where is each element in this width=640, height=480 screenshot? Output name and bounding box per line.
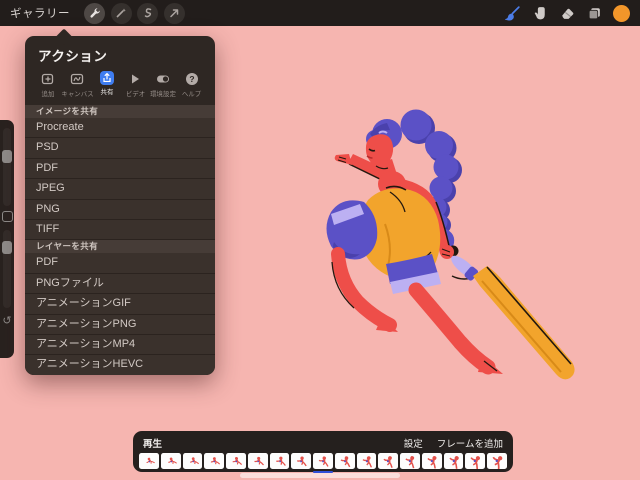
- selection-s-icon: [142, 7, 154, 19]
- brush-size-handle[interactable]: [2, 150, 12, 163]
- top-toolbar: ギャラリー: [0, 0, 640, 26]
- active-color-swatch[interactable]: [613, 5, 630, 22]
- frame-thumbnail-11[interactable]: [357, 453, 377, 469]
- modify-button[interactable]: [2, 211, 13, 222]
- paint-brush-icon: [505, 5, 522, 22]
- share-option-procreate[interactable]: Procreate: [25, 118, 215, 138]
- add-insert-icon: [40, 71, 56, 87]
- frame-thumbnail-4[interactable]: [204, 453, 224, 469]
- layers-icon: [586, 5, 603, 22]
- frame-thumbnail-2[interactable]: [161, 453, 181, 469]
- timeline-settings-button[interactable]: 設定: [404, 436, 423, 450]
- smudge-finger-icon: [532, 5, 549, 22]
- tab-video[interactable]: ビデオ: [121, 71, 149, 99]
- gallery-button[interactable]: ギャラリー: [10, 5, 70, 21]
- canvas-icon: [69, 71, 85, 87]
- share-option-アニメーションmp4[interactable]: アニメーションMP4: [25, 335, 215, 355]
- share-option-pdf[interactable]: PDF: [25, 159, 215, 179]
- brush-tool-button[interactable]: [505, 5, 522, 22]
- section-header: イメージを共有: [25, 105, 215, 118]
- frame-thumbnail-9[interactable]: [313, 453, 333, 469]
- undo-button[interactable]: ↺: [0, 314, 14, 327]
- frame-thumbnail-16[interactable]: [465, 453, 485, 469]
- frame-thumbnail-8[interactable]: [291, 453, 311, 469]
- add-frame-button[interactable]: フレームを追加: [437, 436, 503, 450]
- video-play-icon: [127, 71, 143, 87]
- brush-sidebar: ↺: [0, 120, 14, 358]
- frame-thumbnail-12[interactable]: [378, 453, 398, 469]
- frame-thumbnail-15[interactable]: [444, 453, 464, 469]
- tab-preferences[interactable]: 環境設定: [149, 71, 177, 99]
- actions-popup: アクション 追加 キャンバス 共有 ビデオ: [25, 36, 215, 375]
- home-indicator[interactable]: [240, 473, 400, 478]
- frame-thumbnail-7[interactable]: [270, 453, 290, 469]
- share-option-アニメーションpng[interactable]: アニメーションPNG: [25, 315, 215, 335]
- actions-tab-bar: 追加 キャンバス 共有 ビデオ 環境設定: [25, 70, 215, 105]
- frame-thumbnail-1[interactable]: [139, 453, 159, 469]
- help-icon: ?: [184, 71, 200, 87]
- share-option-pdf[interactable]: PDF: [25, 253, 215, 273]
- magic-wand-icon: [115, 7, 127, 19]
- actions-wrench-button[interactable]: [84, 3, 105, 24]
- section-header: レイヤーを共有: [25, 240, 215, 253]
- smudge-tool-button[interactable]: [532, 5, 549, 22]
- share-menu-list: イメージを共有ProcreatePSDPDFJPEGPNGTIFFレイヤーを共有…: [25, 105, 215, 375]
- svg-text:?: ?: [189, 74, 194, 84]
- selection-button[interactable]: [137, 3, 158, 24]
- share-option-アニメーションgif[interactable]: アニメーションGIF: [25, 294, 215, 314]
- popup-title: アクション: [25, 36, 215, 70]
- frame-strip: [139, 453, 507, 469]
- play-button[interactable]: 再生: [143, 436, 162, 450]
- preferences-toggle-icon: [155, 71, 171, 87]
- eraser-tool-button[interactable]: [559, 5, 576, 22]
- tab-add[interactable]: 追加: [34, 71, 62, 99]
- share-option-アニメーションhevc[interactable]: アニメーションHEVC: [25, 355, 215, 374]
- opacity-handle[interactable]: [2, 241, 12, 254]
- frame-thumbnail-3[interactable]: [183, 453, 203, 469]
- transform-button[interactable]: [164, 3, 185, 24]
- wrench-icon: [89, 7, 101, 19]
- frame-thumbnail-14[interactable]: [422, 453, 442, 469]
- tab-canvas[interactable]: キャンバス: [62, 71, 92, 99]
- cursor-arrow-icon: [168, 7, 180, 19]
- canvas-artwork: [290, 104, 590, 404]
- animation-timeline: 再生 設定 フレームを追加: [133, 431, 513, 472]
- eraser-icon: [559, 5, 576, 22]
- share-option-pngファイル[interactable]: PNGファイル: [25, 274, 215, 294]
- share-option-tiff[interactable]: TIFF: [25, 220, 215, 240]
- frame-thumbnail-6[interactable]: [248, 453, 268, 469]
- frame-thumbnail-17[interactable]: [487, 453, 507, 469]
- brush-size-slider[interactable]: [3, 128, 11, 206]
- frame-thumbnail-5[interactable]: [226, 453, 246, 469]
- tab-share[interactable]: 共有: [92, 71, 120, 99]
- share-option-png[interactable]: PNG: [25, 200, 215, 220]
- tab-help[interactable]: ? ヘルプ: [178, 71, 206, 99]
- adjustments-button[interactable]: [111, 3, 132, 24]
- frame-thumbnail-13[interactable]: [400, 453, 420, 469]
- share-option-psd[interactable]: PSD: [25, 138, 215, 158]
- share-option-jpeg[interactable]: JPEG: [25, 179, 215, 199]
- frame-thumbnail-10[interactable]: [335, 453, 355, 469]
- layers-button[interactable]: [586, 5, 603, 22]
- share-icon: [100, 71, 114, 85]
